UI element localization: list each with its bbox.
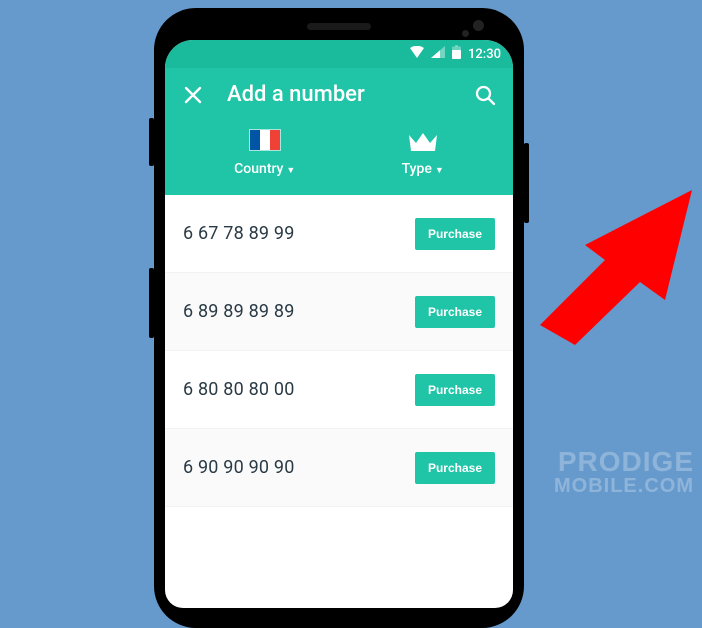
close-icon[interactable]	[181, 83, 205, 107]
cell-signal-icon	[431, 46, 445, 62]
list-item: 6 90 90 90 90 Purchase	[165, 429, 513, 507]
crown-icon	[408, 129, 438, 151]
phone-number: 6 89 89 89 89	[183, 301, 295, 322]
phone-frame: 12:30 Add a number Country	[154, 8, 524, 628]
status-time: 12:30	[468, 47, 501, 62]
country-filter-label: Country	[234, 161, 283, 177]
chevron-down-icon: ▼	[286, 165, 295, 176]
list-item: 6 89 89 89 89 Purchase	[165, 273, 513, 351]
purchase-button[interactable]: Purchase	[415, 296, 495, 328]
wifi-icon	[410, 46, 424, 62]
status-bar: 12:30	[165, 40, 513, 68]
search-icon[interactable]	[473, 83, 497, 107]
page-title: Add a number	[227, 82, 451, 107]
screen: 12:30 Add a number Country	[165, 40, 513, 608]
purchase-button[interactable]: Purchase	[415, 452, 495, 484]
chevron-down-icon: ▼	[435, 165, 444, 176]
type-filter-label: Type	[402, 161, 432, 177]
phone-number: 6 67 78 89 99	[183, 223, 295, 244]
purchase-button[interactable]: Purchase	[415, 374, 495, 406]
watermark: PRODIGE MOBILE.COM	[554, 448, 694, 496]
france-flag-icon	[249, 129, 281, 151]
purchase-button[interactable]: Purchase	[415, 218, 495, 250]
list-item: 6 80 80 80 00 Purchase	[165, 351, 513, 429]
number-list: 6 67 78 89 99 Purchase 6 89 89 89 89 Pur…	[165, 195, 513, 507]
country-filter[interactable]: Country ▼	[234, 129, 295, 177]
phone-number: 6 80 80 80 00	[183, 379, 295, 400]
annotation-arrow	[535, 180, 702, 350]
watermark-line1: PRODIGE	[554, 448, 694, 476]
app-bar: Add a number Country ▼	[165, 68, 513, 195]
type-filter[interactable]: Type ▼	[402, 129, 444, 177]
list-item: 6 67 78 89 99 Purchase	[165, 195, 513, 273]
phone-number: 6 90 90 90 90	[183, 457, 295, 478]
battery-icon	[452, 45, 461, 63]
watermark-line2: MOBILE.COM	[554, 476, 694, 496]
